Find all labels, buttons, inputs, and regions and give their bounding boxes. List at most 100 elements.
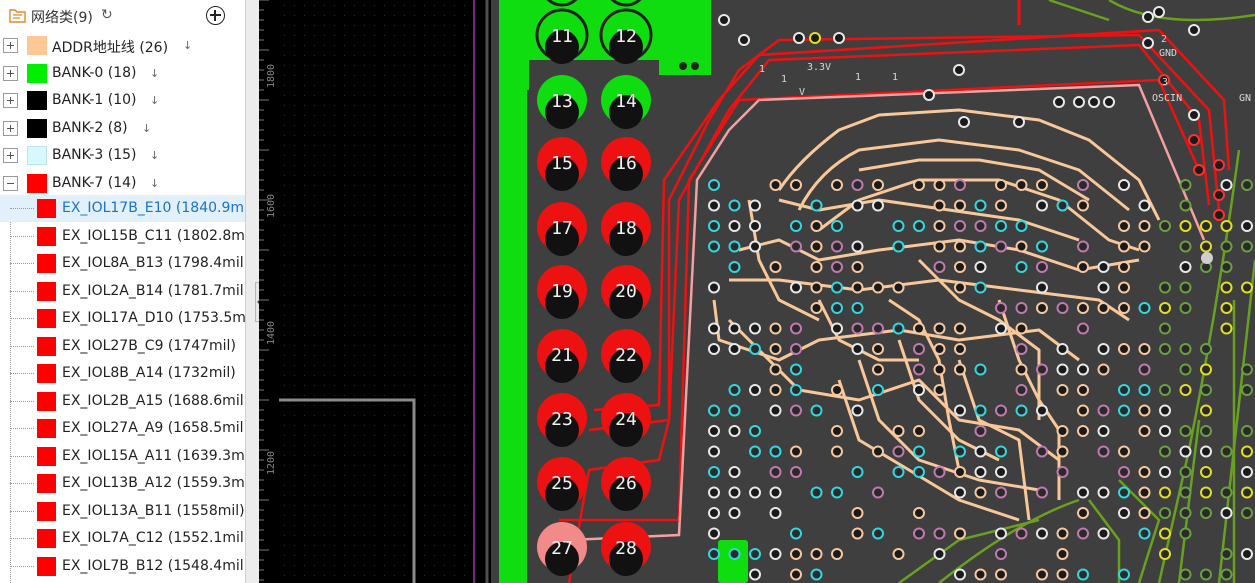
- pin-number: 21: [551, 345, 573, 366]
- sort-arrow-icon[interactable]: ↓: [142, 122, 151, 135]
- color-swatch[interactable]: [37, 529, 56, 548]
- expand-icon[interactable]: [3, 93, 18, 108]
- expand-icon[interactable]: [3, 148, 18, 163]
- bga-via: [1200, 384, 1212, 396]
- pcb-drawing[interactable]: 180016001400120011 1213 1415 1617 1819 2021 22…: [259, 0, 1255, 583]
- color-swatch[interactable]: [27, 118, 47, 138]
- net-class-group[interactable]: BANK-1 (10) ↓: [0, 87, 245, 114]
- bga-via: [749, 425, 761, 437]
- net-class-group[interactable]: BANK-3 (15) ↓: [0, 142, 245, 169]
- bga-via: [1077, 322, 1089, 335]
- color-swatch[interactable]: [37, 199, 56, 218]
- ruler-label: 1800: [266, 64, 277, 88]
- bga-via: [1138, 199, 1151, 212]
- color-swatch[interactable]: [37, 336, 56, 356]
- pin-number: 11: [551, 26, 573, 47]
- bga-via: [933, 179, 946, 191]
- color-swatch[interactable]: [37, 556, 56, 576]
- color-swatch[interactable]: [37, 501, 56, 521]
- bga-via: [728, 199, 741, 212]
- net-item[interactable]: EX_IOL15A_A11 (1639.3m: [0, 443, 245, 470]
- net-class-group[interactable]: BANK-7 (14) ↓: [0, 170, 245, 197]
- net-item[interactable]: EX_IOL27B_C9 (1747mil): [0, 333, 245, 360]
- bga-via: [1138, 527, 1151, 540]
- pcb-canvas[interactable]: 1800 1600 1400 1200 11 12 13 14 15 16 17 18 19 20 21 22…: [259, 0, 1255, 583]
- pin-number: 28: [615, 538, 637, 559]
- color-swatch[interactable]: [27, 91, 47, 110]
- bga-via: [1036, 302, 1048, 314]
- bga-via: [749, 384, 761, 396]
- sort-arrow-icon[interactable]: ↓: [150, 94, 159, 107]
- color-swatch[interactable]: [37, 281, 56, 301]
- expand-icon[interactable]: [3, 120, 18, 136]
- bga-via: [708, 445, 720, 458]
- color-swatch[interactable]: [37, 364, 56, 383]
- pin-number: 13: [551, 91, 573, 112]
- sort-arrow-icon[interactable]: ↓: [150, 149, 159, 162]
- color-swatch[interactable]: [37, 391, 56, 411]
- color-swatch[interactable]: [37, 226, 56, 246]
- bga-via: [892, 425, 905, 437]
- collapse-icon[interactable]: [3, 175, 18, 191]
- bga-via: [1200, 240, 1212, 253]
- color-swatch[interactable]: [37, 309, 56, 328]
- expand-icon[interactable]: [3, 65, 18, 81]
- refresh-icon[interactable]: ↻: [101, 8, 113, 22]
- bga-via: [1118, 507, 1130, 519]
- expand-icon[interactable]: [3, 38, 18, 53]
- sort-arrow-icon[interactable]: ↓: [150, 67, 159, 80]
- bga-via: [872, 179, 884, 191]
- net-item[interactable]: EX_IOL15B_C11 (1802.8m: [0, 223, 245, 250]
- via: [718, 14, 730, 26]
- color-swatch[interactable]: [37, 474, 56, 493]
- bga-via: [728, 220, 741, 232]
- sort-arrow-icon[interactable]: ↓: [183, 39, 192, 52]
- bga-via: [1015, 404, 1028, 417]
- bga-via: [851, 404, 864, 417]
- bga-via: [892, 322, 905, 335]
- bga-via: [749, 240, 761, 253]
- color-swatch[interactable]: [37, 254, 56, 273]
- net-item[interactable]: EX_IOL13A_B11 (1558mil): [0, 498, 245, 525]
- net-class-group[interactable]: BANK-0 (18) ↓: [0, 60, 245, 87]
- color-swatch[interactable]: [37, 446, 56, 466]
- net-class-group[interactable]: BANK-2 (8) ↓: [0, 115, 245, 142]
- net-item[interactable]: EX_IOL7B_B12 (1548.4mil: [0, 553, 245, 580]
- color-swatch[interactable]: [27, 63, 47, 83]
- bga-via: [1200, 220, 1212, 232]
- tree-connector: [10, 263, 34, 264]
- bga-via: [708, 199, 720, 212]
- bga-via: [995, 527, 1007, 540]
- bga-via: [790, 445, 802, 458]
- panel-title: 网络类(9): [31, 10, 93, 26]
- bga-via: [769, 179, 782, 191]
- bga-via: [810, 302, 823, 314]
- net-item[interactable]: EX_IOL7A_C12 (1552.1mil: [0, 525, 245, 552]
- color-swatch[interactable]: [27, 146, 47, 165]
- net-item[interactable]: EX_IOL2A_B14 (1781.7mil: [0, 278, 245, 305]
- bga-via: [810, 220, 823, 232]
- net-item[interactable]: EX_IOL17B_E10 (1840.9m: [0, 195, 245, 222]
- sort-arrow-icon[interactable]: ↓: [150, 177, 159, 190]
- color-swatch[interactable]: [27, 173, 47, 193]
- bga-via: [954, 343, 966, 355]
- net-item[interactable]: EX_IOL13B_A12 (1559.3m: [0, 470, 245, 497]
- bga-via: [974, 199, 987, 212]
- color-swatch[interactable]: [37, 419, 56, 438]
- silk-label: 2: [1161, 34, 1167, 45]
- bga-via: [851, 343, 864, 355]
- bga-via: [1015, 302, 1028, 314]
- bga-via: [933, 363, 946, 376]
- color-swatch[interactable]: [27, 36, 47, 55]
- net-label: EX_IOL15B_C11 (1802.8m: [62, 227, 245, 244]
- net-item[interactable]: EX_IOL8A_B13 (1798.4mil: [0, 250, 245, 277]
- bga-via: [1097, 425, 1110, 437]
- net-class-group[interactable]: ADDR地址线 (26) ↓: [0, 32, 245, 59]
- bga-via: [728, 466, 741, 478]
- add-circle-icon[interactable]: [206, 6, 225, 25]
- net-item[interactable]: EX_IOL8B_A14 (1732mil): [0, 360, 245, 387]
- net-item[interactable]: EX_IOL17A_D10 (1753.5m: [0, 305, 245, 332]
- net-item[interactable]: EX_IOL27A_A9 (1658.5mil: [0, 415, 245, 442]
- bga-via: [708, 548, 720, 560]
- net-item[interactable]: EX_IOL2B_A15 (1688.6mil: [0, 388, 245, 415]
